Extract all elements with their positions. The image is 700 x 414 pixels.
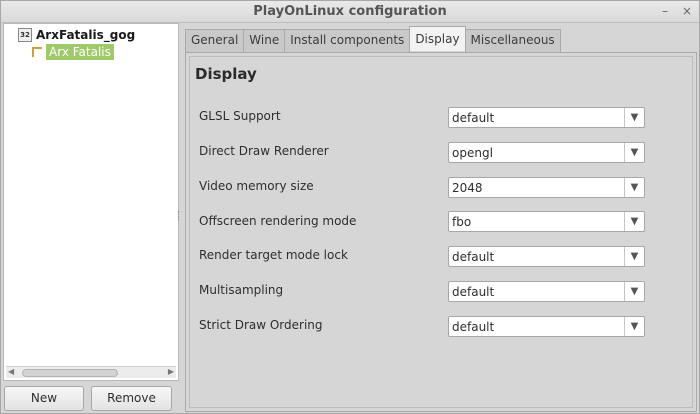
title-bar: PlayOnLinux configuration – × xyxy=(1,1,699,23)
wine-prefix-icon: 32 xyxy=(18,28,32,42)
display-panel: Display GLSL Support default ▼ Direct Dr… xyxy=(189,56,693,408)
dropdown-arrow-icon[interactable]: ▼ xyxy=(624,212,644,231)
tab-general[interactable]: General xyxy=(185,29,245,52)
render-target-mode-lock-select[interactable]: default ▼ xyxy=(448,246,645,267)
dropdown-arrow-icon[interactable]: ▼ xyxy=(624,143,644,162)
display-tab-content: Display GLSL Support default ▼ Direct Dr… xyxy=(185,52,697,412)
tree-child-label: Arx Fatalis xyxy=(46,44,114,60)
tree-item-arxfatalis-gog[interactable]: 32 ArxFatalis_gog xyxy=(18,27,135,43)
strict-draw-ordering-select[interactable]: default ▼ xyxy=(448,316,645,337)
tree-root-label: ArxFatalis_gog xyxy=(36,28,136,42)
glsl-support-select[interactable]: default ▼ xyxy=(448,107,645,128)
select-value: default xyxy=(452,320,495,334)
tab-wine[interactable]: Wine xyxy=(243,29,286,52)
setting-label-glsl-support: GLSL Support xyxy=(199,109,281,123)
remove-button[interactable]: Remove xyxy=(91,386,172,411)
dropdown-arrow-icon[interactable]: ▼ xyxy=(624,317,644,336)
video-memory-size-select[interactable]: 2048 ▼ xyxy=(448,177,645,198)
playonlinux-configuration-window: PlayOnLinux configuration – × 32 ArxFata… xyxy=(0,0,700,414)
dropdown-arrow-icon[interactable]: ▼ xyxy=(624,178,644,197)
horizontal-scrollbar[interactable]: ◀ ▶ xyxy=(6,366,176,378)
scroll-right-icon[interactable]: ▶ xyxy=(168,367,174,376)
select-value: default xyxy=(452,250,495,264)
new-button[interactable]: New xyxy=(4,386,84,411)
setting-label-multisampling: Multisampling xyxy=(199,283,284,297)
tab-bar: General Wine Install components Display … xyxy=(185,26,561,52)
dropdown-arrow-icon[interactable]: ▼ xyxy=(624,282,644,301)
scroll-left-icon[interactable]: ◀ xyxy=(8,367,14,376)
dropdown-arrow-icon[interactable]: ▼ xyxy=(624,247,644,266)
select-value: default xyxy=(452,285,495,299)
dropdown-arrow-icon[interactable]: ▼ xyxy=(624,108,644,127)
direct-draw-renderer-select[interactable]: opengl ▼ xyxy=(448,142,645,163)
close-icon[interactable]: × xyxy=(680,4,694,18)
prefix-tree-panel: 32 ArxFatalis_gog Arx Fatalis ◀ ▶ xyxy=(3,23,179,381)
offscreen-rendering-mode-select[interactable]: fbo ▼ xyxy=(448,211,645,232)
splitter-grip[interactable] xyxy=(178,211,182,221)
tab-install-components[interactable]: Install components xyxy=(284,29,411,52)
select-value: opengl xyxy=(452,146,493,160)
select-value: fbo xyxy=(452,215,472,229)
window-title: PlayOnLinux configuration xyxy=(253,4,447,19)
select-value: default xyxy=(452,111,495,125)
setting-label-video-memory-size: Video memory size xyxy=(199,179,314,193)
select-value: 2048 xyxy=(452,181,483,195)
tab-display[interactable]: Display xyxy=(409,26,466,51)
shortcut-key-icon xyxy=(32,45,44,59)
tab-miscellaneous[interactable]: Miscellaneous xyxy=(464,29,561,52)
scrollbar-thumb[interactable] xyxy=(22,369,118,377)
setting-label-direct-draw-renderer: Direct Draw Renderer xyxy=(199,144,329,158)
minimize-icon[interactable]: – xyxy=(658,4,672,18)
setting-label-strict-draw-ordering: Strict Draw Ordering xyxy=(199,318,323,332)
setting-label-offscreen-rendering-mode: Offscreen rendering mode xyxy=(199,214,357,228)
multisampling-select[interactable]: default ▼ xyxy=(448,281,645,302)
setting-label-render-target-mode-lock: Render target mode lock xyxy=(199,248,348,262)
tree-item-arx-fatalis[interactable]: Arx Fatalis xyxy=(32,43,114,61)
section-title: Display xyxy=(195,65,257,83)
